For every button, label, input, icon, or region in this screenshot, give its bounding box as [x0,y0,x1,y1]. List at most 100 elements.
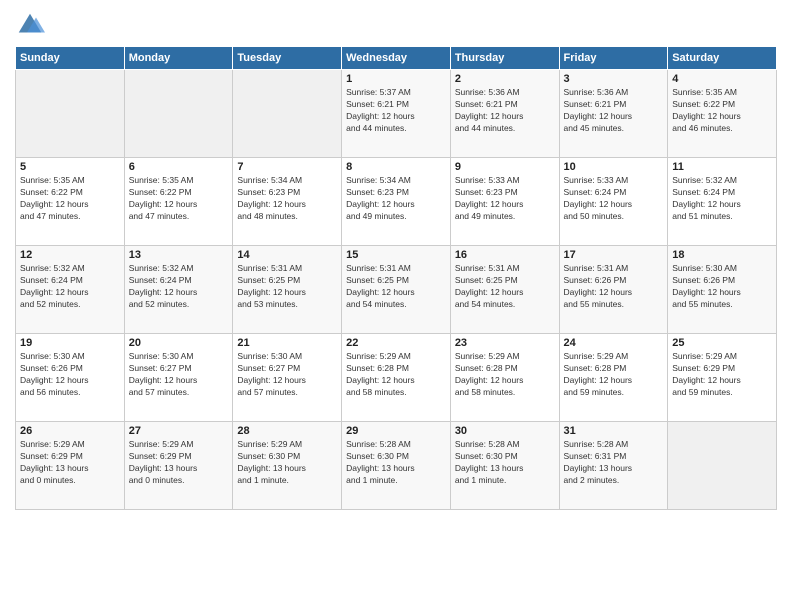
day-info: Sunrise: 5:31 AM Sunset: 6:25 PM Dayligh… [237,263,337,311]
calendar-cell: 20 Sunrise: 5:30 AM Sunset: 6:27 PM Dayli… [124,334,233,422]
calendar-cell [233,70,342,158]
calendar-week-1: 1 Sunrise: 5:37 AM Sunset: 6:21 PM Daylig… [16,70,777,158]
day-number: 14 [237,249,337,261]
weekday-header-wednesday: Wednesday [342,47,451,70]
calendar-week-2: 5 Sunrise: 5:35 AM Sunset: 6:22 PM Daylig… [16,158,777,246]
calendar-cell: 16 Sunrise: 5:31 AM Sunset: 6:25 PM Dayli… [450,246,559,334]
calendar-cell [16,70,125,158]
calendar-cell: 13 Sunrise: 5:32 AM Sunset: 6:24 PM Dayli… [124,246,233,334]
day-info: Sunrise: 5:37 AM Sunset: 6:21 PM Dayligh… [346,87,446,135]
day-number: 5 [20,161,120,173]
day-number: 15 [346,249,446,261]
calendar-cell: 14 Sunrise: 5:31 AM Sunset: 6:25 PM Dayli… [233,246,342,334]
day-info: Sunrise: 5:35 AM Sunset: 6:22 PM Dayligh… [129,175,229,223]
calendar-cell: 19Sunrise: 5:30 AM Sunset: 6:26 PM Dayli… [16,334,125,422]
calendar-cell: 28 Sunrise: 5:29 AM Sunset: 6:30 PM Dayli… [233,422,342,510]
day-info: Sunrise: 5:32 AM Sunset: 6:24 PM Dayligh… [20,263,120,311]
day-number: 20 [129,337,229,349]
calendar-week-3: 12 Sunrise: 5:32 AM Sunset: 6:24 PM Dayli… [16,246,777,334]
calendar-cell: 30 Sunrise: 5:28 AM Sunset: 6:30 PM Dayli… [450,422,559,510]
day-info: Sunrise: 5:33 AM Sunset: 6:24 PM Dayligh… [564,175,664,223]
day-number: 30 [455,425,555,437]
day-number: 8 [346,161,446,173]
day-number: 4 [672,73,772,85]
calendar-cell: 10 Sunrise: 5:33 AM Sunset: 6:24 PM Dayli… [559,158,668,246]
day-info: Sunrise: 5:31 AM Sunset: 6:25 PM Dayligh… [455,263,555,311]
calendar-cell: 15 Sunrise: 5:31 AM Sunset: 6:25 PM Dayli… [342,246,451,334]
day-info: Sunrise: 5:36 AM Sunset: 6:21 PM Dayligh… [455,87,555,135]
day-info: Sunrise: 5:28 AM Sunset: 6:30 PM Dayligh… [455,439,555,487]
day-number: 9 [455,161,555,173]
page-container: SundayMondayTuesdayWednesdayThursdayFrid… [0,0,792,520]
day-number: 1 [346,73,446,85]
calendar-week-4: 19Sunrise: 5:30 AM Sunset: 6:26 PM Dayli… [16,334,777,422]
day-info: Sunrise: 5:29 AM Sunset: 6:30 PM Dayligh… [237,439,337,487]
day-number: 27 [129,425,229,437]
calendar-cell: 31Sunrise: 5:28 AM Sunset: 6:31 PM Dayli… [559,422,668,510]
day-number: 7 [237,161,337,173]
calendar-cell: 17 Sunrise: 5:31 AM Sunset: 6:26 PM Dayli… [559,246,668,334]
day-info: Sunrise: 5:32 AM Sunset: 6:24 PM Dayligh… [129,263,229,311]
weekday-header-sunday: Sunday [16,47,125,70]
weekday-header-row: SundayMondayTuesdayWednesdayThursdayFrid… [16,47,777,70]
calendar-cell: 24Sunrise: 5:29 AM Sunset: 6:28 PM Dayli… [559,334,668,422]
day-info: Sunrise: 5:34 AM Sunset: 6:23 PM Dayligh… [346,175,446,223]
day-number: 16 [455,249,555,261]
day-number: 12 [20,249,120,261]
day-number: 21 [237,337,337,349]
logo [15,10,49,40]
day-number: 19 [20,337,120,349]
day-info: Sunrise: 5:29 AM Sunset: 6:28 PM Dayligh… [455,351,555,399]
weekday-header-monday: Monday [124,47,233,70]
day-info: Sunrise: 5:33 AM Sunset: 6:23 PM Dayligh… [455,175,555,223]
day-number: 10 [564,161,664,173]
day-info: Sunrise: 5:35 AM Sunset: 6:22 PM Dayligh… [20,175,120,223]
calendar-cell: 21Sunrise: 5:30 AM Sunset: 6:27 PM Dayli… [233,334,342,422]
day-info: Sunrise: 5:31 AM Sunset: 6:25 PM Dayligh… [346,263,446,311]
header [15,10,777,40]
calendar-cell: 25Sunrise: 5:29 AM Sunset: 6:29 PM Dayli… [668,334,777,422]
day-info: Sunrise: 5:32 AM Sunset: 6:24 PM Dayligh… [672,175,772,223]
day-info: Sunrise: 5:34 AM Sunset: 6:23 PM Dayligh… [237,175,337,223]
day-number: 6 [129,161,229,173]
calendar-cell: 23 Sunrise: 5:29 AM Sunset: 6:28 PM Dayli… [450,334,559,422]
day-info: Sunrise: 5:29 AM Sunset: 6:28 PM Dayligh… [346,351,446,399]
calendar-cell [668,422,777,510]
calendar-cell: 22 Sunrise: 5:29 AM Sunset: 6:28 PM Dayli… [342,334,451,422]
day-number: 28 [237,425,337,437]
calendar-cell: 2 Sunrise: 5:36 AM Sunset: 6:21 PM Daylig… [450,70,559,158]
calendar-cell: 12 Sunrise: 5:32 AM Sunset: 6:24 PM Dayli… [16,246,125,334]
weekday-header-thursday: Thursday [450,47,559,70]
day-info: Sunrise: 5:28 AM Sunset: 6:30 PM Dayligh… [346,439,446,487]
calendar-cell: 11 Sunrise: 5:32 AM Sunset: 6:24 PM Dayli… [668,158,777,246]
day-number: 2 [455,73,555,85]
day-info: Sunrise: 5:30 AM Sunset: 6:27 PM Dayligh… [129,351,229,399]
day-number: 3 [564,73,664,85]
day-info: Sunrise: 5:36 AM Sunset: 6:21 PM Dayligh… [564,87,664,135]
day-number: 25 [672,337,772,349]
calendar-cell: 27Sunrise: 5:29 AM Sunset: 6:29 PM Dayli… [124,422,233,510]
calendar-cell: 8 Sunrise: 5:34 AM Sunset: 6:23 PM Daylig… [342,158,451,246]
calendar-cell [124,70,233,158]
day-number: 17 [564,249,664,261]
calendar-cell: 7 Sunrise: 5:34 AM Sunset: 6:23 PM Daylig… [233,158,342,246]
calendar-table: SundayMondayTuesdayWednesdayThursdayFrid… [15,46,777,510]
day-number: 18 [672,249,772,261]
day-number: 29 [346,425,446,437]
day-number: 13 [129,249,229,261]
weekday-header-saturday: Saturday [668,47,777,70]
day-number: 23 [455,337,555,349]
calendar-week-5: 26 Sunrise: 5:29 AM Sunset: 6:29 PM Dayli… [16,422,777,510]
day-number: 11 [672,161,772,173]
calendar-cell: 9 Sunrise: 5:33 AM Sunset: 6:23 PM Daylig… [450,158,559,246]
day-number: 26 [20,425,120,437]
calendar-cell: 29 Sunrise: 5:28 AM Sunset: 6:30 PM Dayli… [342,422,451,510]
day-info: Sunrise: 5:29 AM Sunset: 6:29 PM Dayligh… [20,439,120,487]
day-number: 31 [564,425,664,437]
day-number: 24 [564,337,664,349]
calendar-cell: 1 Sunrise: 5:37 AM Sunset: 6:21 PM Daylig… [342,70,451,158]
day-number: 22 [346,337,446,349]
calendar-cell: 18 Sunrise: 5:30 AM Sunset: 6:26 PM Dayli… [668,246,777,334]
day-info: Sunrise: 5:31 AM Sunset: 6:26 PM Dayligh… [564,263,664,311]
day-info: Sunrise: 5:30 AM Sunset: 6:26 PM Dayligh… [672,263,772,311]
